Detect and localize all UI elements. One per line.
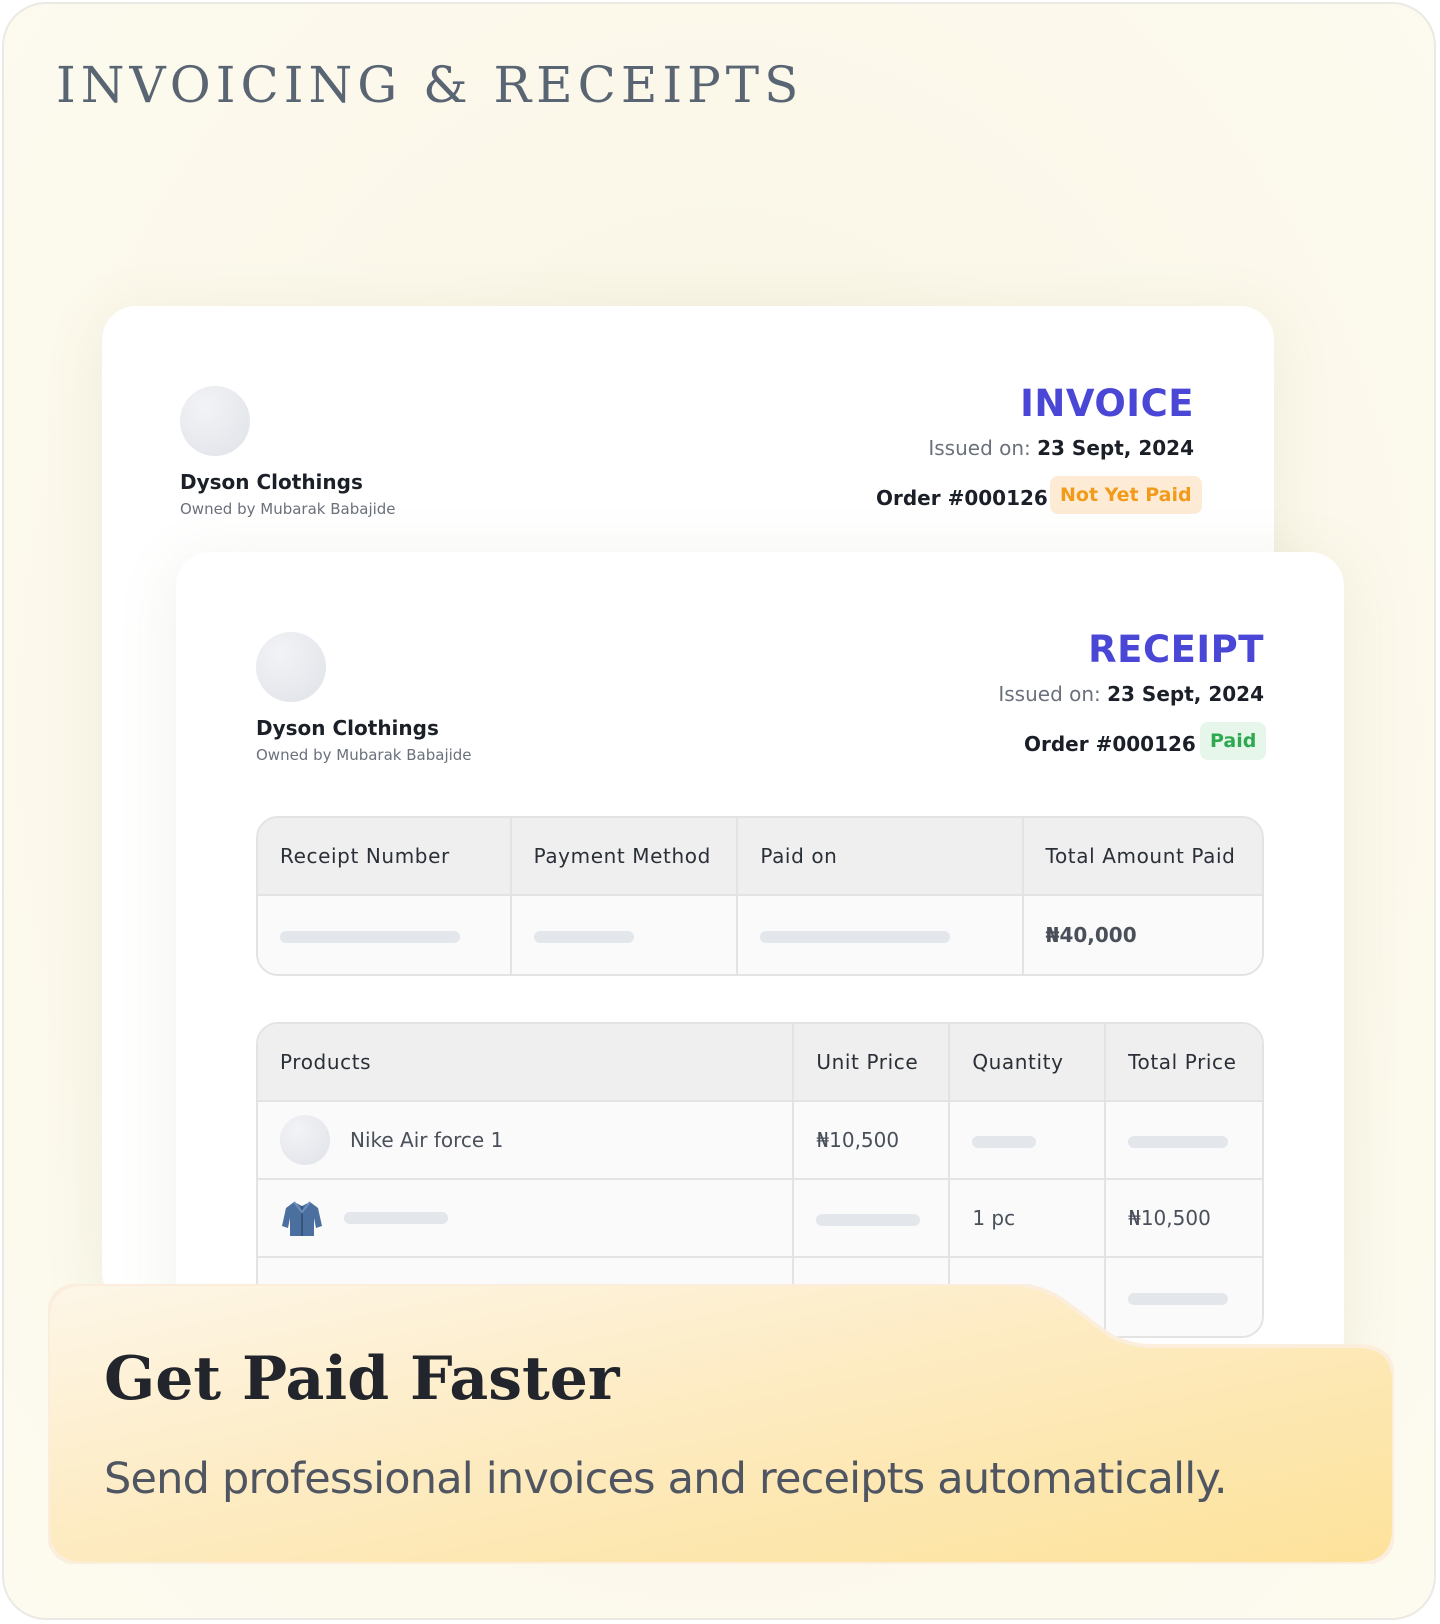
business-logo-placeholder bbox=[256, 632, 326, 702]
col-payment-method: Payment Method bbox=[511, 818, 739, 896]
product-image-placeholder bbox=[280, 1115, 330, 1165]
business-logo-placeholder bbox=[180, 386, 250, 456]
issued-label: Issued on: bbox=[928, 436, 1031, 460]
issued-label: Issued on: bbox=[998, 682, 1101, 706]
product-name: Nike Air force 1 bbox=[350, 1128, 504, 1152]
receipt-title: RECEIPT bbox=[1088, 628, 1264, 671]
col-total-amount-paid: Total Amount Paid bbox=[1023, 818, 1262, 896]
receipt-summary-table: Receipt Number Payment Method Paid on To… bbox=[256, 816, 1264, 976]
col-quantity: Quantity bbox=[950, 1024, 1107, 1102]
issued-date-value: 23 Sept, 2024 bbox=[1107, 682, 1264, 706]
receipt-card: Dyson Clothings Owned by Mubarak Babajid… bbox=[176, 552, 1344, 1372]
loading-placeholder bbox=[533, 930, 634, 943]
feature-banner: Get Paid Faster Send professional invoic… bbox=[48, 1284, 1394, 1564]
paid-on-cell bbox=[738, 896, 1024, 974]
business-owner: Owned by Mubarak Babajide bbox=[180, 500, 396, 518]
invoice-issued-date: Issued on: 23 Sept, 2024 bbox=[928, 436, 1194, 460]
issued-date-value: 23 Sept, 2024 bbox=[1037, 436, 1194, 460]
invoice-order-number: Order #000126 bbox=[876, 486, 1048, 510]
table-row: ₦40,000 bbox=[258, 896, 1262, 974]
product-cell bbox=[258, 1180, 795, 1258]
denim-jacket-icon bbox=[282, 1201, 322, 1236]
col-unit-price: Unit Price bbox=[794, 1024, 951, 1102]
table-row: Nike Air force 1 ₦10,500 bbox=[258, 1102, 1262, 1180]
product-cell: Nike Air force 1 bbox=[258, 1102, 795, 1180]
col-receipt-number: Receipt Number bbox=[258, 818, 512, 896]
table-row: 1 pc ₦10,500 bbox=[258, 1180, 1262, 1258]
table-header-row: Products Unit Price Quantity Total Price bbox=[258, 1024, 1262, 1102]
section-title: INVOICING & RECEIPTS bbox=[56, 56, 804, 114]
feature-card: INVOICING & RECEIPTS Dyson Clothings Own… bbox=[2, 2, 1436, 1620]
unit-price-value: ₦10,500 bbox=[794, 1102, 951, 1180]
loading-placeholder bbox=[280, 930, 460, 943]
business-name: Dyson Clothings bbox=[180, 470, 363, 494]
col-paid-on: Paid on bbox=[738, 818, 1024, 896]
banner-title: Get Paid Faster bbox=[104, 1344, 620, 1414]
loading-placeholder bbox=[1128, 1135, 1229, 1148]
total-amount-paid-value: ₦40,000 bbox=[1023, 896, 1262, 974]
unit-price-cell bbox=[794, 1180, 951, 1258]
quantity-cell bbox=[950, 1102, 1107, 1180]
col-products: Products bbox=[258, 1024, 795, 1102]
total-price-value: ₦10,500 bbox=[1106, 1180, 1262, 1258]
loading-placeholder bbox=[972, 1135, 1037, 1148]
invoice-title: INVOICE bbox=[1020, 382, 1194, 425]
payment-method-cell bbox=[511, 896, 739, 974]
receipt-issued-date: Issued on: 23 Sept, 2024 bbox=[998, 682, 1264, 706]
table-header-row: Receipt Number Payment Method Paid on To… bbox=[258, 818, 1262, 896]
receipt-order-number: Order #000126 bbox=[1024, 732, 1196, 756]
banner-background bbox=[48, 1284, 1394, 1564]
loading-placeholder bbox=[816, 1213, 921, 1226]
business-name: Dyson Clothings bbox=[256, 716, 439, 740]
status-badge: Paid bbox=[1200, 722, 1267, 760]
banner-description: Send professional invoices and receipts … bbox=[104, 1454, 1228, 1504]
quantity-value: 1 pc bbox=[950, 1180, 1107, 1258]
loading-placeholder bbox=[760, 930, 951, 943]
col-total-price: Total Price bbox=[1106, 1024, 1262, 1102]
business-owner: Owned by Mubarak Babajide bbox=[256, 746, 472, 764]
loading-placeholder bbox=[344, 1212, 448, 1224]
receipt-number-cell bbox=[258, 896, 512, 974]
status-badge: Not Yet Paid bbox=[1050, 476, 1202, 514]
total-price-cell bbox=[1106, 1102, 1262, 1180]
